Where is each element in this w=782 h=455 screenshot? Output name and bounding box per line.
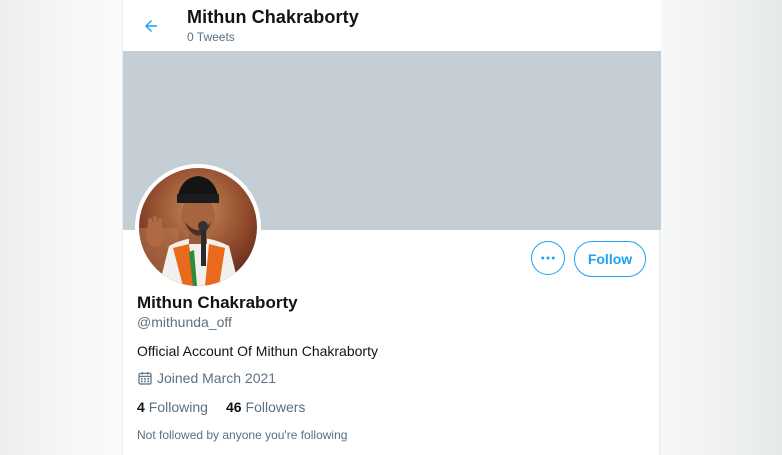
followers-label: Followers xyxy=(245,399,306,415)
ellipsis-icon xyxy=(541,256,555,260)
follow-button[interactable]: Follow xyxy=(574,241,646,277)
arrow-left-icon xyxy=(145,20,157,32)
follow-stats: 4 Following 46 Followers xyxy=(137,399,323,415)
page-background-left xyxy=(0,0,122,455)
profile-bio: Official Account Of Mithun Chakraborty xyxy=(137,343,378,359)
followers-link[interactable]: 46 Followers xyxy=(226,399,305,415)
tweet-count: 0 Tweets xyxy=(187,30,235,44)
header-title: Mithun Chakraborty xyxy=(187,7,359,27)
joined-date-text: Joined March 2021 xyxy=(157,370,277,386)
following-label: Following xyxy=(148,399,208,415)
profile-display-name: Mithun Chakraborty xyxy=(137,293,298,312)
followed-by-note: Not followed by anyone you're following xyxy=(137,428,348,442)
more-options-button[interactable] xyxy=(531,241,565,275)
avatar-photo xyxy=(139,168,257,286)
following-link[interactable]: 4 Following xyxy=(137,399,208,415)
following-count: 4 xyxy=(137,399,145,415)
back-button[interactable] xyxy=(139,14,163,38)
profile-column: Mithun Chakraborty 0 Tweets Follow Mithu… xyxy=(122,0,661,455)
profile-handle: @mithunda_off xyxy=(137,314,232,330)
profile-header-bar: Mithun Chakraborty 0 Tweets xyxy=(123,0,661,50)
calendar-icon xyxy=(137,370,153,386)
joined-date: Joined March 2021 xyxy=(137,370,276,386)
avatar[interactable] xyxy=(135,164,261,290)
page-background-right xyxy=(661,0,782,455)
followers-count: 46 xyxy=(225,399,242,415)
